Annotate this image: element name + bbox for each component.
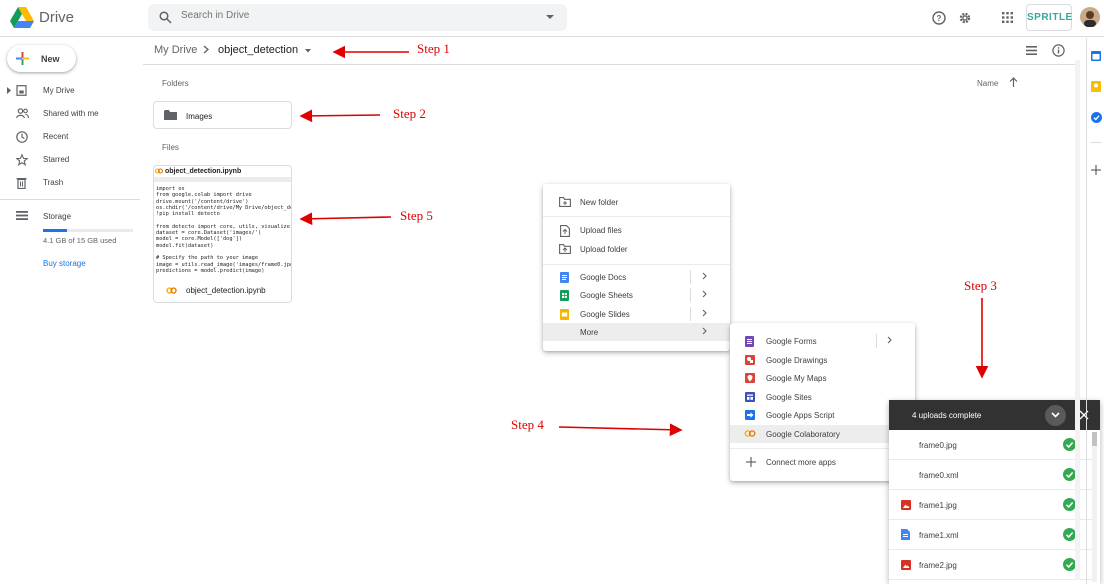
annotation-arrows	[299, 45, 989, 437]
step5-label: Step 5	[400, 208, 433, 223]
step2-arrow	[299, 109, 381, 123]
step3-label: Step 3	[964, 278, 997, 293]
step2-label: Step 2	[393, 106, 426, 121]
step4-arrow	[558, 423, 683, 437]
step5-arrow	[299, 212, 392, 226]
step4-label: Step 4	[511, 417, 544, 432]
step1-label: Step 1	[417, 41, 450, 56]
